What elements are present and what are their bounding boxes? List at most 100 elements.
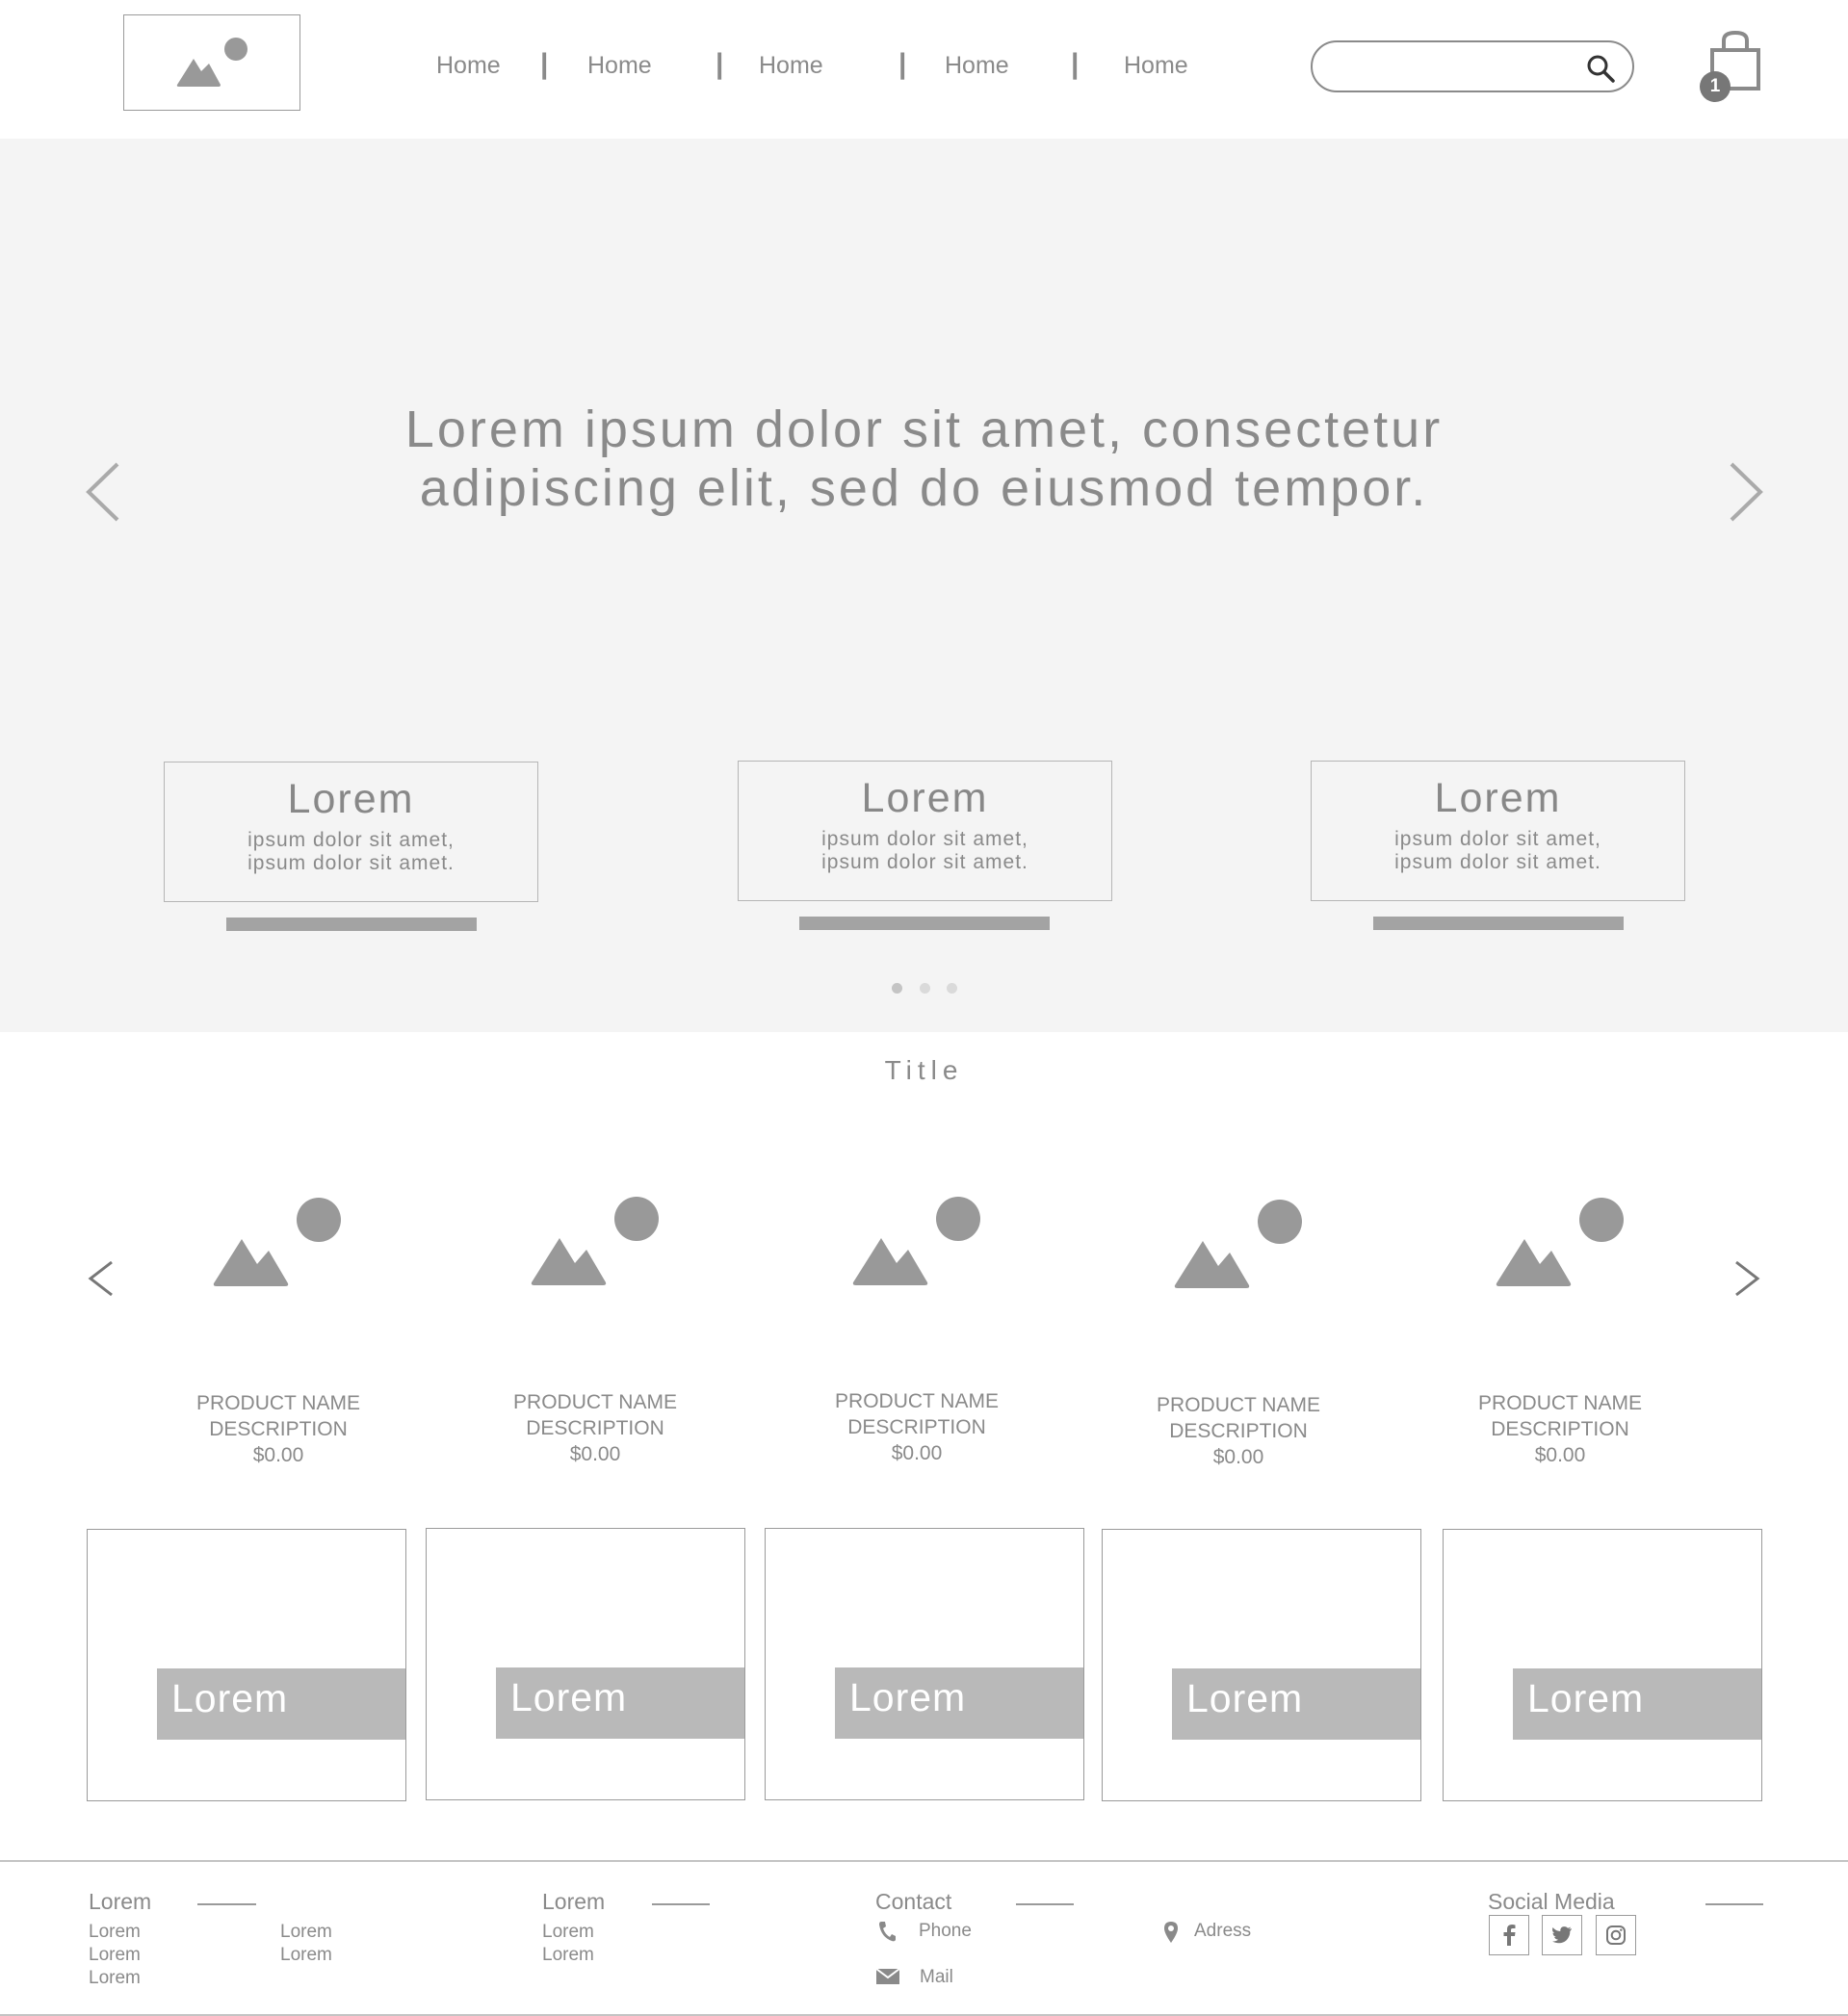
nav-separator: | bbox=[540, 48, 549, 80]
product-name: PRODUCT NAME bbox=[513, 1391, 677, 1413]
product-info: PRODUCT NAME DESCRIPTION $0.00 bbox=[163, 1390, 394, 1468]
chevron-right-icon[interactable] bbox=[1728, 460, 1766, 524]
instagram-icon[interactable] bbox=[1596, 1915, 1636, 1955]
hero-card-bar[interactable] bbox=[226, 918, 477, 931]
hero-card-line-1: ipsum dolor sit amet, bbox=[1394, 828, 1601, 850]
nav-home-5[interactable]: Home bbox=[1124, 52, 1188, 80]
location-pin-icon bbox=[1164, 1922, 1178, 1943]
footer-heading: Lorem bbox=[89, 1889, 152, 1914]
category-tile-label: Lorem bbox=[835, 1667, 1083, 1739]
product-info: PRODUCT NAME DESCRIPTION $0.00 bbox=[1445, 1390, 1676, 1468]
hero-card-1[interactable]: Lorem ipsum dolor sit amet, ipsum dolor … bbox=[164, 762, 538, 902]
hero-card-text: ipsum dolor sit amet, ipsum dolor sit am… bbox=[165, 829, 537, 875]
facebook-icon[interactable] bbox=[1489, 1915, 1529, 1955]
hero-card-bar[interactable] bbox=[799, 917, 1050, 930]
product-image-icon bbox=[1496, 1198, 1624, 1286]
contact-mail[interactable]: Mail bbox=[920, 1967, 953, 1988]
category-tile[interactable]: Lorem bbox=[1102, 1529, 1421, 1801]
nav-home-4[interactable]: Home bbox=[945, 52, 1009, 80]
contact-phone[interactable]: Phone bbox=[919, 1921, 972, 1942]
product-description: DESCRIPTION bbox=[526, 1417, 664, 1439]
footer-heading-divider bbox=[1705, 1903, 1763, 1905]
category-tile[interactable]: Lorem bbox=[87, 1529, 406, 1801]
nav-separator: | bbox=[898, 48, 907, 80]
footer-heading: Contact bbox=[875, 1889, 952, 1914]
nav-home-1[interactable]: Home bbox=[436, 52, 501, 80]
cart-button[interactable]: 1 bbox=[1697, 29, 1764, 104]
footer-heading-divider bbox=[652, 1903, 710, 1905]
footer-link[interactable]: Lorem bbox=[280, 1922, 332, 1943]
hero-card-line-2: ipsum dolor sit amet. bbox=[821, 851, 1028, 873]
nav-separator: | bbox=[1071, 48, 1080, 80]
footer-link[interactable]: Lorem bbox=[89, 1945, 141, 1966]
product-price: $0.00 bbox=[1212, 1446, 1264, 1468]
footer: Lorem Lorem Lorem Lorem Lorem Lorem Lore… bbox=[0, 1860, 1848, 2016]
product-name: PRODUCT NAME bbox=[1478, 1392, 1642, 1414]
product-image-icon bbox=[1174, 1200, 1302, 1288]
section-title: Title bbox=[884, 1055, 964, 1085]
footer-heading-divider bbox=[1016, 1903, 1074, 1905]
phone-icon bbox=[879, 1922, 896, 1942]
product-description: DESCRIPTION bbox=[1491, 1418, 1629, 1440]
footer-heading: Social Media bbox=[1488, 1889, 1615, 1914]
nav-separator: | bbox=[716, 48, 724, 80]
twitter-icon[interactable] bbox=[1542, 1915, 1582, 1955]
category-tile[interactable]: Lorem bbox=[426, 1528, 745, 1800]
footer-link[interactable]: Lorem bbox=[542, 1922, 594, 1943]
product-name: PRODUCT NAME bbox=[1157, 1394, 1320, 1416]
chevron-left-icon[interactable] bbox=[83, 460, 121, 524]
product-name: PRODUCT NAME bbox=[196, 1392, 360, 1414]
hero-headline-line-1: Lorem ipsum dolor sit amet, consectetur bbox=[404, 401, 1444, 458]
facebook-glyph bbox=[1503, 1925, 1516, 1946]
product-description: DESCRIPTION bbox=[847, 1416, 986, 1438]
hero-card-line-1: ipsum dolor sit amet, bbox=[247, 829, 455, 851]
hero-card-line-2: ipsum dolor sit amet. bbox=[247, 852, 455, 874]
hero-card-title: Lorem bbox=[1434, 775, 1562, 821]
hero-card-text: ipsum dolor sit amet, ipsum dolor sit am… bbox=[1312, 828, 1684, 874]
logo-image-icon bbox=[176, 38, 247, 87]
twitter-glyph bbox=[1552, 1926, 1572, 1944]
hero-card-3[interactable]: Lorem ipsum dolor sit amet, ipsum dolor … bbox=[1311, 761, 1685, 901]
category-tile-label: Lorem bbox=[1513, 1668, 1761, 1740]
instagram-glyph bbox=[1606, 1926, 1626, 1945]
product-info: PRODUCT NAME DESCRIPTION $0.00 bbox=[1123, 1392, 1354, 1470]
hero-card-line-1: ipsum dolor sit amet, bbox=[821, 828, 1028, 850]
hero-card-line-2: ipsum dolor sit amet. bbox=[1394, 851, 1601, 873]
nav-home-2[interactable]: Home bbox=[587, 52, 652, 80]
product-name: PRODUCT NAME bbox=[835, 1390, 999, 1412]
category-tile-label: Lorem bbox=[496, 1667, 744, 1739]
footer-heading: Lorem bbox=[542, 1889, 606, 1914]
footer-heading-divider bbox=[197, 1903, 256, 1905]
footer-link[interactable]: Lorem bbox=[280, 1945, 332, 1966]
chevron-right-icon[interactable] bbox=[1732, 1259, 1761, 1298]
product-description: DESCRIPTION bbox=[1169, 1420, 1308, 1442]
mail-icon bbox=[875, 1968, 900, 1984]
hero-card-2[interactable]: Lorem ipsum dolor sit amet, ipsum dolor … bbox=[738, 761, 1112, 901]
search-input[interactable] bbox=[1336, 52, 1576, 81]
slider-dot-2[interactable] bbox=[920, 983, 930, 994]
product-image-icon bbox=[531, 1197, 659, 1285]
nav-home-3[interactable]: Home bbox=[759, 52, 823, 80]
category-tile-label: Lorem bbox=[157, 1668, 405, 1740]
footer-link[interactable]: Lorem bbox=[89, 1922, 141, 1943]
hero-card-title: Lorem bbox=[861, 775, 989, 821]
product-info: PRODUCT NAME DESCRIPTION $0.00 bbox=[480, 1389, 711, 1467]
category-tile-label: Lorem bbox=[1172, 1668, 1420, 1740]
slider-dot-1[interactable] bbox=[892, 983, 902, 994]
logo[interactable] bbox=[123, 14, 300, 111]
footer-link[interactable]: Lorem bbox=[89, 1968, 141, 1989]
category-tile[interactable]: Lorem bbox=[1443, 1529, 1762, 1801]
slider-dot-3[interactable] bbox=[947, 983, 957, 994]
product-image-icon bbox=[852, 1197, 980, 1285]
product-price: $0.00 bbox=[252, 1444, 304, 1466]
search-icon[interactable] bbox=[1584, 52, 1617, 85]
product-image-icon bbox=[213, 1198, 341, 1286]
product-price: $0.00 bbox=[891, 1442, 943, 1464]
chevron-left-icon[interactable] bbox=[87, 1259, 116, 1298]
contact-address[interactable]: Adress bbox=[1194, 1921, 1251, 1942]
footer-link[interactable]: Lorem bbox=[542, 1945, 594, 1966]
hero-slider: Lorem ipsum dolor sit amet, consectetur … bbox=[0, 139, 1848, 1032]
hero-card-bar[interactable] bbox=[1373, 917, 1624, 930]
hero-headline-line-2: adipiscing elit, sed do eiusmod tempor. bbox=[419, 459, 1429, 517]
category-tile[interactable]: Lorem bbox=[765, 1528, 1084, 1800]
